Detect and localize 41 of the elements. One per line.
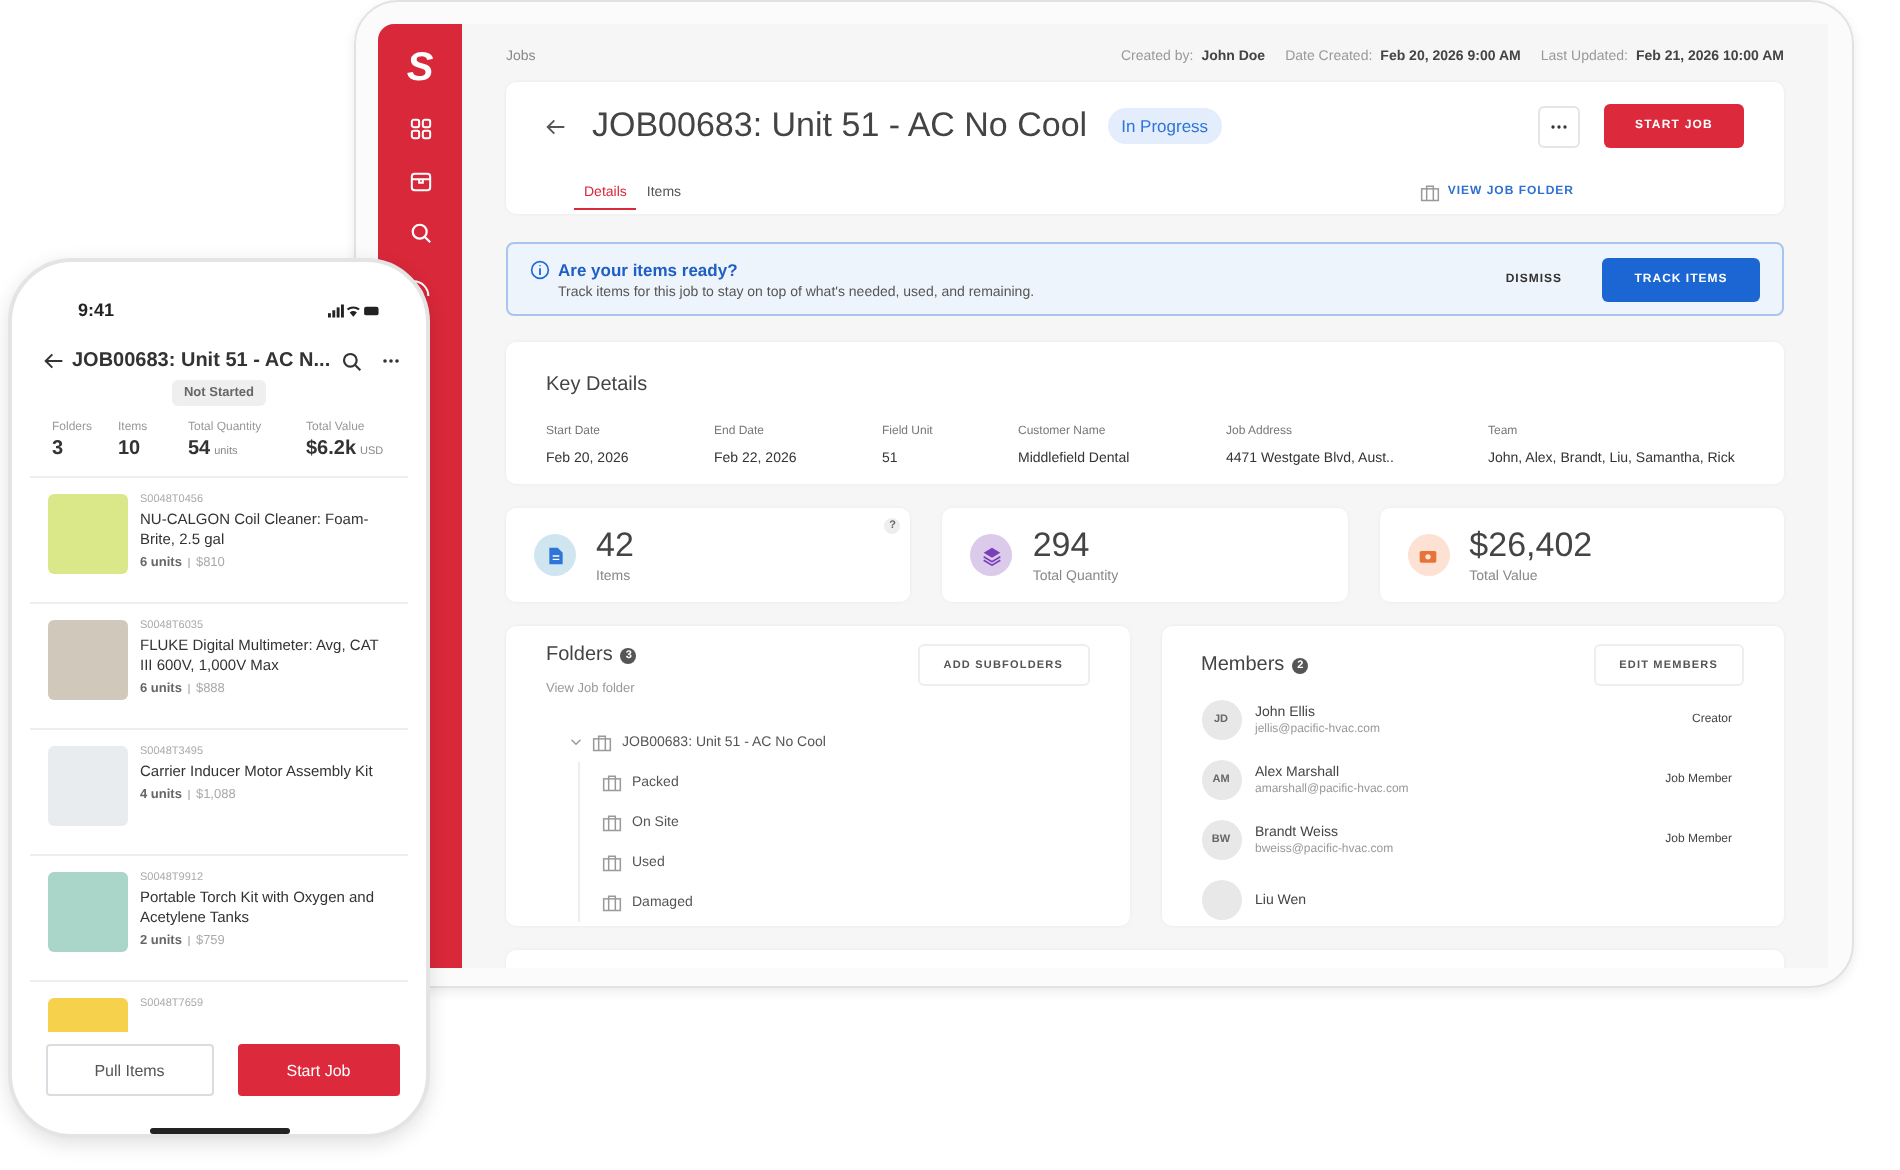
stat-value: 294 [1032, 527, 1092, 563]
stat-value: 10 [118, 438, 141, 461]
pull-items-button[interactable]: Pull Items [46, 1044, 213, 1097]
search-icon[interactable] [342, 351, 362, 372]
stat-value: $6.2k [306, 438, 357, 461]
back-arrow-icon[interactable] [44, 352, 64, 371]
folder-icon [602, 813, 622, 831]
section-title: Folders [546, 644, 613, 666]
stat-value: 54 [188, 438, 211, 461]
job-title: JOB00683: Unit 51 - AC No Cool [592, 106, 1088, 146]
start-job-button[interactable]: Start Job [237, 1044, 400, 1097]
status-icons-drawing [328, 303, 380, 318]
info-icon [530, 259, 550, 279]
banner-title: Are your items ready? [558, 259, 738, 279]
stat-value: 3 [52, 438, 64, 461]
stat-icon [1407, 534, 1450, 576]
job-title: JOB00683: Unit 51 - AC N... [72, 350, 333, 373]
photo-placeholder [48, 872, 128, 953]
folder-icon [1419, 183, 1440, 201]
folder-icon [602, 853, 622, 871]
home-indicator [149, 1128, 289, 1134]
logo[interactable]: S [406, 48, 434, 88]
folder-icon [602, 773, 622, 791]
stat-value: $26,402 [1469, 527, 1593, 563]
grid-icon[interactable] [409, 118, 431, 140]
box-icon[interactable] [409, 170, 431, 192]
stat-icon [970, 534, 1013, 576]
more-icon[interactable] [382, 358, 400, 365]
back-arrow-icon[interactable] [546, 117, 566, 135]
stat-value: 42 [596, 527, 634, 563]
folder-icon [592, 733, 612, 751]
section-title: Members [1201, 654, 1285, 676]
status-time: 9:41 [78, 300, 115, 321]
stat-icon [534, 534, 576, 576]
more-icon [1550, 123, 1568, 129]
status-badge: In Progress [1107, 108, 1223, 144]
chevron-icon[interactable] [570, 738, 582, 746]
photo-placeholder [48, 620, 128, 701]
photo-placeholder [48, 494, 128, 575]
section-title: Key Details [546, 374, 648, 396]
folder-icon [602, 893, 622, 911]
